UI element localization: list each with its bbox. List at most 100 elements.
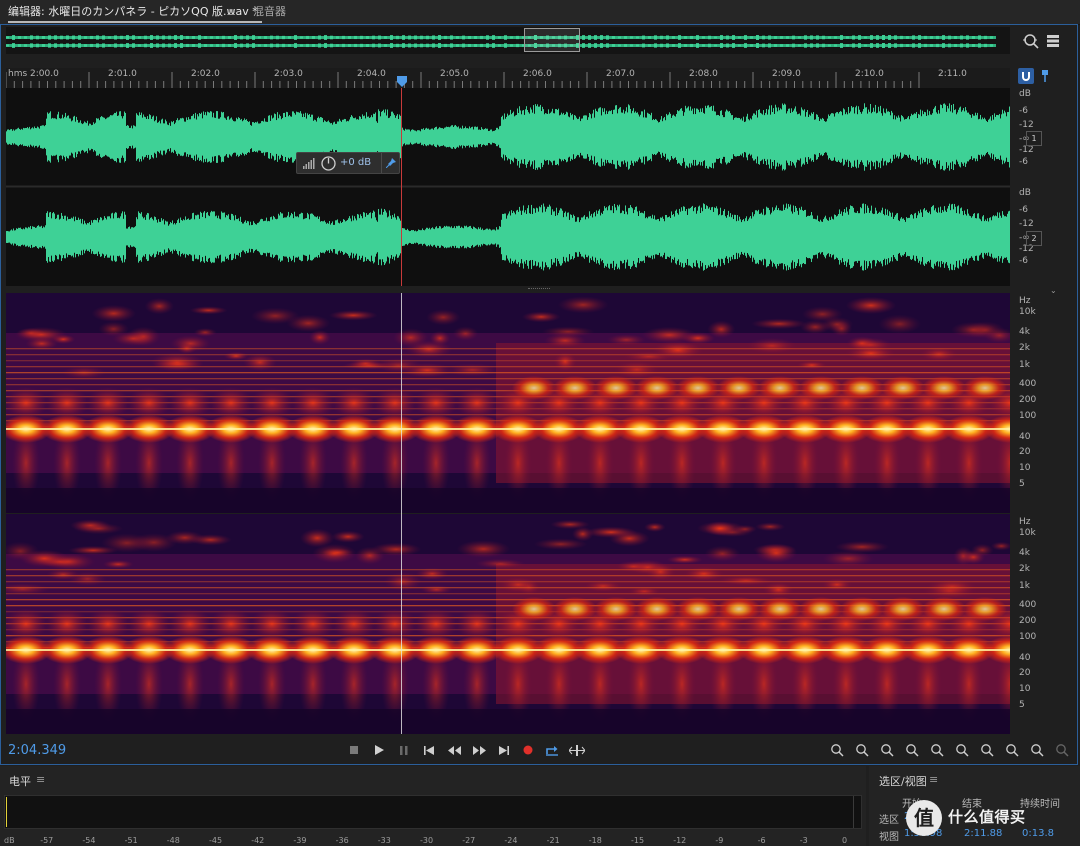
pin-hud-icon[interactable] bbox=[386, 158, 396, 168]
db-scale-label: -12 bbox=[1019, 145, 1034, 155]
current-time-display[interactable]: 2:04.349 bbox=[8, 743, 66, 758]
hz-scale-label: 5 bbox=[1019, 700, 1025, 710]
play-button[interactable] bbox=[368, 740, 390, 760]
hz-scale-label: 5 bbox=[1019, 479, 1025, 489]
meter-scale-label: -9 bbox=[715, 836, 724, 845]
hz-scale-label: 20 bbox=[1019, 447, 1031, 457]
spectral-view-channel-2[interactable] bbox=[6, 514, 1010, 734]
meter-scale-label: -18 bbox=[588, 836, 602, 845]
waveform-view[interactable] bbox=[6, 88, 1010, 286]
zoom-to-selection-icon[interactable] bbox=[1020, 30, 1042, 52]
zoom-in-time-icon[interactable] bbox=[876, 740, 898, 760]
db-scale-label: -12 bbox=[1019, 120, 1034, 130]
overview-waveform-graphic bbox=[6, 31, 996, 50]
overview-view-window[interactable] bbox=[524, 28, 580, 52]
view-split-handle[interactable] bbox=[528, 288, 550, 293]
stop-button[interactable] bbox=[343, 740, 365, 760]
record-button[interactable] bbox=[517, 740, 539, 760]
db-scale-label: dB bbox=[1019, 188, 1031, 198]
ruler-label: 2:03.0 bbox=[274, 69, 303, 79]
ruler-label: 2:08.0 bbox=[689, 69, 718, 79]
go-to-end-button[interactable] bbox=[493, 740, 515, 760]
zoom-in-left-icon[interactable] bbox=[951, 740, 973, 760]
hz-scale-label: 200 bbox=[1019, 616, 1037, 626]
zoom-in-amplitude-icon[interactable] bbox=[826, 740, 848, 760]
tab-mixer[interactable]: 混音器 bbox=[253, 3, 286, 21]
meter-scale-label: -54 bbox=[82, 836, 96, 845]
fast-forward-button[interactable] bbox=[468, 740, 490, 760]
hz-scale-label: 200 bbox=[1019, 395, 1037, 405]
hz-scale-label: 4k bbox=[1019, 548, 1030, 558]
hz-scale-label: 1k bbox=[1019, 360, 1030, 370]
ruler-label: 2:11.0 bbox=[938, 69, 967, 79]
hz-scale-label: 10k bbox=[1019, 307, 1036, 317]
zoom-out-amplitude-icon[interactable] bbox=[851, 740, 873, 760]
meter-scale-label: dB bbox=[4, 836, 15, 845]
zoom-full-icon[interactable] bbox=[926, 740, 948, 760]
go-to-start-button[interactable] bbox=[418, 740, 440, 760]
channel-badge-2[interactable]: 2 bbox=[1026, 231, 1042, 246]
meter-scale-label: -39 bbox=[293, 836, 307, 845]
meter-scale-label: -42 bbox=[251, 836, 265, 845]
loop-playback-button[interactable] bbox=[541, 740, 563, 760]
level-panel-menu-icon[interactable]: ≡ bbox=[36, 773, 45, 786]
zoom-to-selection-button-icon[interactable] bbox=[1001, 740, 1023, 760]
zoom-out-time-icon[interactable] bbox=[901, 740, 923, 760]
meter-scale-label: -15 bbox=[631, 836, 645, 845]
meter-scale-label: -27 bbox=[462, 836, 476, 845]
tab-editor[interactable]: 编辑器: 水曜日のカンパネラ - ピカソQQ 版.wav * bbox=[8, 3, 262, 23]
meter-scale-label: -48 bbox=[166, 836, 180, 845]
db-scale-label: -6 bbox=[1019, 205, 1028, 215]
ruler-label: 2:01.0 bbox=[108, 69, 137, 79]
view-duration-value[interactable]: 0:13.8 bbox=[1022, 828, 1054, 839]
overview-waveform[interactable] bbox=[6, 27, 1010, 54]
meter-scale-label: -51 bbox=[124, 836, 138, 845]
ruler-label: 2:04.0 bbox=[357, 69, 386, 79]
meter-scale-label: -45 bbox=[209, 836, 223, 845]
channel-badge-1[interactable]: 1 bbox=[1026, 131, 1042, 146]
db-scale-label: -12 bbox=[1019, 219, 1034, 229]
hz-scale-label: 2k bbox=[1019, 564, 1030, 574]
spectral-playhead-line[interactable] bbox=[401, 293, 402, 734]
tab-menu-icon[interactable]: ≡ bbox=[226, 3, 236, 21]
zoom-in-right-icon[interactable] bbox=[976, 740, 998, 760]
volume-knob-icon[interactable] bbox=[321, 156, 336, 171]
meter-scale-label: 0 bbox=[842, 836, 848, 845]
snap-magnet-icon[interactable] bbox=[1018, 68, 1034, 84]
meter-scale-label: -3 bbox=[799, 836, 808, 845]
spectral-view-channel-1[interactable] bbox=[6, 293, 1010, 513]
hz-scale-label: 400 bbox=[1019, 600, 1037, 610]
volume-value: +0 dB bbox=[340, 157, 372, 168]
marker-pin-icon[interactable] bbox=[1037, 68, 1053, 84]
ruler-label: 2:09.0 bbox=[772, 69, 801, 79]
rewind-button[interactable] bbox=[443, 740, 465, 760]
meter-scale-label: -24 bbox=[504, 836, 518, 845]
watermark-logo: 值 bbox=[906, 800, 942, 836]
db-scale-label: -6 bbox=[1019, 256, 1028, 266]
hz-scale-label: 2k bbox=[1019, 343, 1030, 353]
volume-hud[interactable]: +0 dB bbox=[296, 152, 400, 174]
meter-scale-label: -57 bbox=[40, 836, 54, 845]
db-scale-label: dB bbox=[1019, 89, 1031, 99]
level-meter-clip-divider bbox=[853, 796, 854, 828]
selection-panel-menu-icon[interactable]: ≡ bbox=[929, 773, 938, 786]
level-meter-indicator bbox=[6, 797, 7, 827]
rotate-view-icon[interactable] bbox=[1026, 740, 1048, 760]
playhead-line[interactable] bbox=[401, 88, 402, 286]
spectrogram-graphic-1 bbox=[6, 293, 1010, 513]
ruler-label: 2:06.0 bbox=[523, 69, 552, 79]
db-scale-label: -6 bbox=[1019, 106, 1028, 116]
skip-silence-button[interactable] bbox=[566, 740, 588, 760]
zoom-reset-icon[interactable] bbox=[1051, 740, 1073, 760]
spectral-collapse-icon[interactable]: ⌄ bbox=[1050, 286, 1057, 295]
meter-scale-label: -33 bbox=[377, 836, 391, 845]
ruler-label: 2:10.0 bbox=[855, 69, 884, 79]
selection-panel-title: 选区/视图 bbox=[879, 775, 927, 788]
view-end-value[interactable]: 2:11.88 bbox=[964, 828, 1002, 839]
pause-button[interactable] bbox=[393, 740, 415, 760]
column-duration-header: 持续时间 bbox=[1020, 799, 1060, 810]
track-list-icon[interactable] bbox=[1042, 30, 1064, 52]
db-scale-label: -6 bbox=[1019, 157, 1028, 167]
hz-scale-label: 20 bbox=[1019, 668, 1031, 678]
ruler-label: 2:02.0 bbox=[191, 69, 220, 79]
